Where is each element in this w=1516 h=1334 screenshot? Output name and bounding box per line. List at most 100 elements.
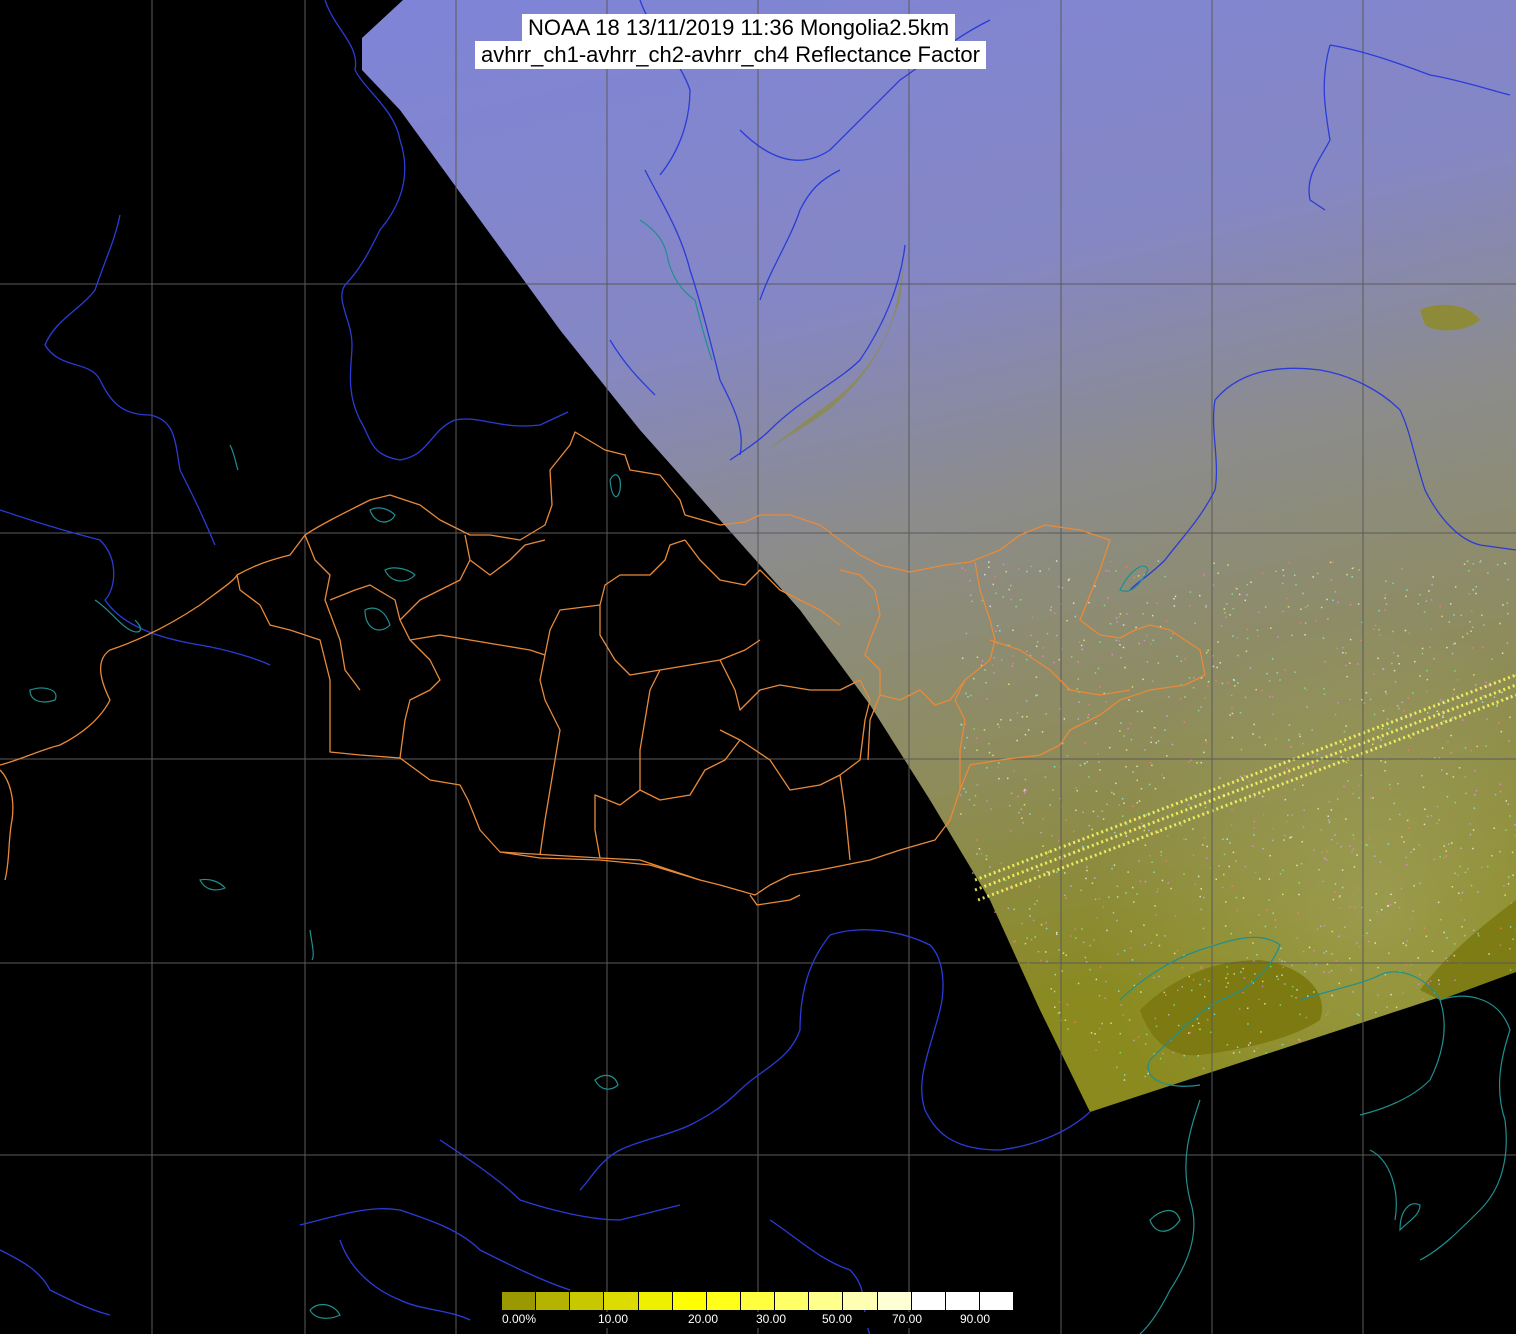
noise-pixel [1439,699,1442,701]
noise-pixel [1345,664,1347,667]
noise-pixel [1360,774,1363,777]
noise-pixel [1466,695,1468,697]
noise-pixel [1290,836,1293,838]
noise-pixel [1392,630,1394,633]
noise-pixel [1391,662,1393,665]
noise-pixel [1477,935,1480,937]
noise-pixel [1150,741,1152,744]
noise-pixel [1123,949,1126,952]
noise-pixel [964,569,966,571]
noise-pixel [1056,931,1058,934]
noise-pixel [1046,960,1048,963]
noise-pixel [1476,745,1478,748]
noise-pixel [1116,919,1118,922]
noise-pixel [1122,815,1124,817]
noise-pixel [1109,560,1112,563]
noise-pixel [1034,903,1036,905]
noise-pixel [1183,721,1185,723]
noise-pixel [1410,917,1413,920]
noise-pixel [1253,834,1255,836]
noise-pixel [1123,802,1125,804]
noise-pixel [1226,603,1228,605]
noise-pixel [961,567,963,569]
noise-pixel [1253,820,1256,823]
noise-pixel [1409,716,1412,718]
noise-pixel [1183,1054,1185,1057]
noise-pixel [1264,744,1266,746]
noise-pixel [1010,584,1012,587]
noise-pixel [1097,753,1099,755]
noise-pixel [1253,723,1255,726]
noise-pixel [1164,935,1166,937]
noise-pixel [1296,989,1298,991]
noise-pixel [1025,658,1028,661]
noise-pixel [1433,858,1435,861]
noise-pixel [1439,856,1441,858]
noise-pixel [1224,925,1227,927]
noise-pixel [1029,880,1031,883]
noise-pixel [1426,678,1429,681]
noise-pixel [1065,897,1067,899]
noise-pixel [1491,855,1493,857]
noise-pixel [1413,885,1415,887]
noise-pixel [1226,966,1228,968]
noise-pixel [1334,713,1337,716]
noise-pixel [1356,1013,1359,1015]
noise-pixel [1453,614,1455,616]
noise-pixel [1046,855,1049,858]
noise-pixel [1421,774,1423,777]
noise-pixel [1270,627,1272,629]
noise-pixel [1215,878,1217,880]
noise-pixel [1385,693,1388,695]
noise-pixel [994,911,996,913]
legend-swatch [706,1292,741,1310]
noise-pixel [1394,901,1396,904]
noise-pixel [994,576,996,578]
noise-pixel [1206,1018,1209,1021]
noise-pixel [1440,918,1442,921]
noise-pixel [997,766,999,769]
noise-pixel [1142,678,1144,681]
noise-pixel [1332,599,1334,602]
noise-pixel [1469,823,1471,825]
noise-pixel [1177,1024,1180,1027]
noise-pixel [1469,621,1471,623]
noise-pixel [1143,639,1146,642]
noise-pixel [1448,621,1450,623]
noise-pixel [1153,871,1155,873]
noise-pixel [1075,787,1077,789]
noise-pixel [1407,749,1410,752]
noise-pixel [1458,697,1460,699]
noise-pixel [1113,793,1115,795]
noise-pixel [1209,866,1211,869]
noise-pixel [1176,949,1179,952]
noise-pixel [1466,632,1468,635]
noise-pixel [1240,748,1243,751]
noise-pixel [1040,923,1043,926]
noise-pixel [972,872,974,874]
noise-pixel [1013,908,1015,911]
noise-pixel [1283,839,1285,841]
noise-pixel [1389,783,1391,786]
noise-pixel [1194,883,1197,886]
noise-pixel [1111,791,1113,794]
noise-pixel [1016,712,1019,714]
noise-pixel [1088,703,1090,706]
noise-pixel [976,749,978,751]
noise-pixel [999,630,1001,632]
noise-pixel [1343,785,1345,788]
noise-pixel [1279,1004,1282,1006]
noise-pixel [1271,778,1273,781]
noise-pixel [1300,862,1303,865]
noise-pixel [1088,601,1090,604]
noise-pixel [1316,753,1318,756]
noise-pixel [1501,652,1504,654]
noise-pixel [1299,735,1301,738]
noise-pixel [1326,850,1328,853]
noise-pixel [1461,891,1464,894]
noise-pixel [1000,659,1003,661]
map-title-line2: avhrr_ch1-avhrr_ch2-avhrr_ch4 Reflectanc… [475,41,986,69]
noise-pixel [1290,746,1292,748]
noise-pixel [1463,563,1466,565]
legend-swatch [570,1292,605,1310]
